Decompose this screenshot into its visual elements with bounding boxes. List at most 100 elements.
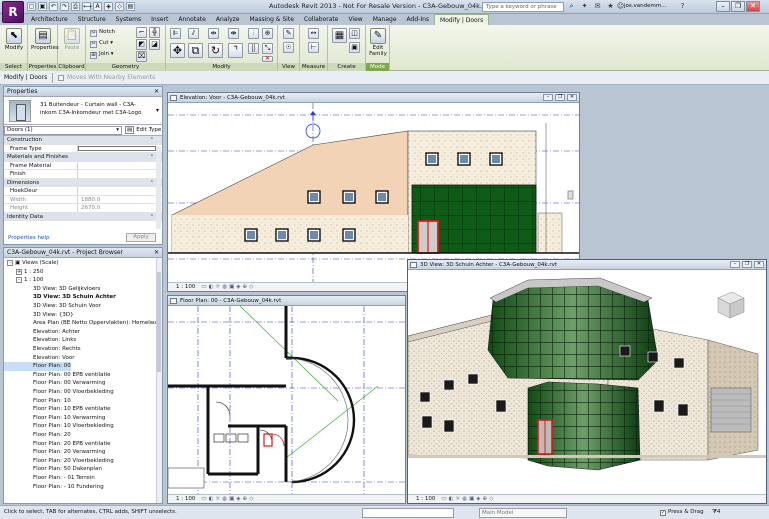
delete-icon[interactable]: ✕ [262,56,273,62]
close-button[interactable]: ✕ [746,1,760,12]
browser-node[interactable]: 3D View: 3D Schuin Voor [4,302,101,311]
paste-button[interactable]: 📋 Paste [61,28,83,51]
hide-in-view-icon[interactable]: ☉ [283,42,294,53]
browser-scrollbar[interactable] [156,258,162,503]
mirror-axis-icon[interactable]: ⇹ [208,28,219,39]
browser-node[interactable]: Floor Plan: 10 EPB ventilatie [4,405,111,414]
edit-family-button[interactable]: ✎ Edit Family [368,28,388,57]
open-icon[interactable]: ▢ [27,2,36,11]
property-value[interactable] [78,170,162,178]
property-value[interactable] [78,187,162,195]
property-group[interactable]: Materials and Finishes ⌃ [4,153,162,162]
property-value[interactable]: 1880.0 [78,196,162,204]
create-parts-icon[interactable]: ◫ [349,28,360,39]
undo-icon[interactable]: ↶ [49,2,58,11]
tab-collaborate[interactable]: Collaborate [299,14,344,25]
close-hidden-icon[interactable]: ▤ [126,2,135,11]
scroll-thumb[interactable] [157,272,161,372]
override-graphics-icon[interactable]: ✎ [283,28,294,39]
tab-manage[interactable]: Manage [368,14,402,25]
align-icon[interactable]: ⊫ [170,28,181,39]
floorplan-drawing[interactable] [168,306,406,496]
floorplan-view-window[interactable]: Floor Plan: 00 - C3A-Gebouw_04k.rvt 1 : … [167,295,406,504]
collapse-icon[interactable]: ⌃ [150,179,154,187]
browser-node[interactable]: Floor Plan: 10 Vloerbekleding [4,422,114,431]
browser-node[interactable]: Floor Plan: 20 Verwarming [4,448,105,457]
3d-model-drawing[interactable] [408,270,767,496]
split-icon[interactable]: ⫶ [248,28,259,39]
mirror-draw-icon[interactable]: ⇼ [228,28,239,39]
select-label[interactable]: Select [0,63,27,71]
collapse-icon[interactable]: ⌃ [150,153,154,161]
paint-icon[interactable]: ◪ [149,39,160,50]
press-drag-toggle[interactable]: ✓ Press & Drag [660,506,704,519]
help-icon[interactable]: ? [678,2,687,11]
tab-annotate[interactable]: Annotate [173,14,210,25]
browser-node[interactable]: Elevation: Rechts [4,345,81,354]
tab-massing-site[interactable]: Massing & Site [245,14,299,25]
browser-node[interactable]: - ▣ Views (Scale) [4,259,59,268]
cut-button[interactable]: ✂ Cut ▾ [90,39,113,48]
view-control-icons[interactable]: ▭◐☼◍▣◈⊕◇ [441,495,495,503]
3d-view-window[interactable]: 3D View: 3D Schuin Achter - C3A-Gebouw_0… [407,259,767,504]
tab-modify-doors[interactable]: Modify | Doors [434,14,490,25]
browser-node[interactable]: Floor Plan: - 01 Terrein [4,474,95,483]
offset-icon[interactable]: ⫽ [188,28,199,39]
design-option-field[interactable]: Main Model [479,508,567,518]
browser-node[interactable]: Floor Plan: 20 [4,431,71,440]
browser-node[interactable]: Floor Plan: - 10 Fundering [4,483,104,492]
browser-node[interactable]: Floor Plan: 20 Vloerbekleding [4,457,114,466]
view-control-icons[interactable]: ▭◐☼◍▣◈⊕◇ [201,283,255,291]
moves-with-nearby-checkbox[interactable] [58,75,64,81]
browser-node[interactable]: Floor Plan: 00 Vloerbekleding [4,388,114,397]
tab-architecture[interactable]: Architecture [26,14,73,25]
cope-icon[interactable]: ⌐ [136,27,147,38]
property-group[interactable]: Dimensions ⌃ [4,178,162,187]
print-icon[interactable]: ⎙ [71,2,80,11]
close-icon[interactable]: ✕ [154,248,159,258]
properties-help-link[interactable]: Properties help [8,235,49,241]
tab-add-ins[interactable]: Add-Ins [402,14,434,25]
apply-button[interactable]: Apply [126,233,156,242]
chevron-down-icon[interactable]: ▾ [156,107,159,114]
favorites-icon[interactable]: ★ [606,2,615,11]
create-group-icon[interactable]: ▣ [349,42,360,53]
move-icon[interactable]: ✥ [170,43,185,58]
search-input[interactable]: Type a keyword or phrase [482,2,564,12]
section-icon[interactable]: ◇ [115,2,124,11]
view-control-icons[interactable]: ▭◐☼◍▣◈⊕◇ [201,495,255,503]
subscription-icon[interactable]: ✦ [580,2,589,11]
close-button[interactable]: ✕ [754,261,764,268]
browser-node[interactable]: Area Plan (BE Netto Oppervlakten): Hemel… [4,319,160,328]
browser-node[interactable]: Floor Plan: 10 Verwarming [4,414,105,423]
minimize-button[interactable]: – [543,94,553,101]
text-icon[interactable]: A [93,2,102,11]
browser-node[interactable]: 3D View: {3D} [4,311,74,320]
user-name[interactable]: jos.vandemm... [624,3,666,9]
app-logo[interactable]: R [2,1,24,23]
close-icon[interactable]: ✕ [154,87,159,97]
copy-icon[interactable]: ⧉ [188,43,203,58]
browser-node[interactable]: Floor Plan: 10 [4,397,71,406]
browser-node[interactable]: 3D View: 3D Schuin Achter [4,293,116,302]
communication-icon[interactable]: ✉ [593,2,602,11]
property-value[interactable] [78,145,156,151]
join-button[interactable]: ⊞ Join ▾ [90,50,114,59]
close-button[interactable]: ✕ [567,94,577,101]
browser-node[interactable]: Floor Plan: 50 Dakenplan [4,465,102,474]
browser-node[interactable]: Floor Plan: 00 [4,362,71,371]
tab-insert[interactable]: Insert [146,14,173,25]
property-group[interactable]: Construction ⌃ [4,136,162,145]
elevation-drawing[interactable] [168,103,580,283]
browser-node[interactable]: 3D View: 3D Gelijkvloers [4,285,100,294]
collapse-icon[interactable]: ⌃ [150,136,154,144]
aligned-dimension-icon[interactable]: ⊢ [308,42,319,53]
property-group[interactable]: Identity Data ⌃ [4,212,162,221]
expand-icon[interactable]: + [16,268,22,275]
selection-filter-count[interactable]: ⧩4 [712,506,720,519]
edit-type-button[interactable]: ▤ Edit Type [125,126,161,135]
property-value[interactable] [78,162,162,170]
tab-analyze[interactable]: Analyze [211,14,245,25]
browser-node[interactable]: Floor Plan: 00 Verwarming [4,379,105,388]
browser-node[interactable]: Elevation: Achter [4,328,80,337]
